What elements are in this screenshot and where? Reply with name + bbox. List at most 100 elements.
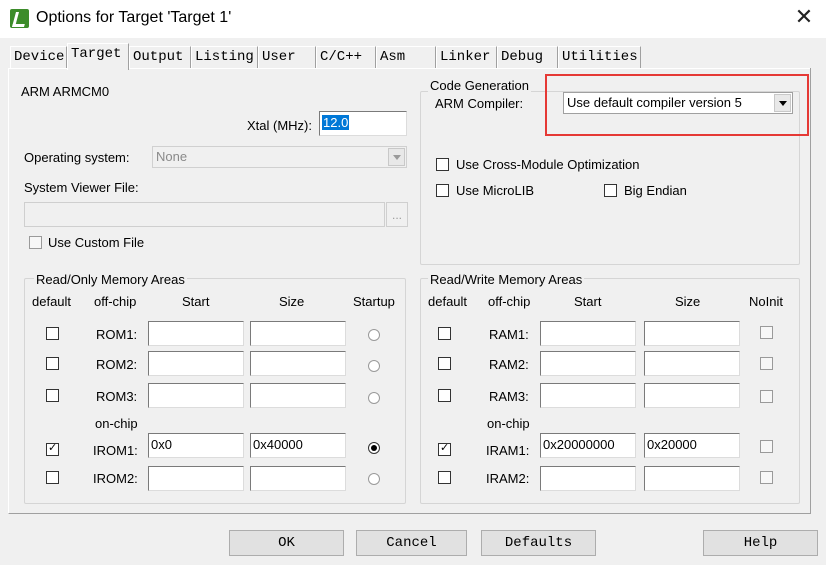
rom2-label: ROM2: [96, 357, 138, 372]
ram3-label: RAM3: [489, 389, 529, 404]
ram1-default-checkbox[interactable] [438, 327, 451, 340]
irom2-startup-radio[interactable] [368, 473, 380, 485]
irom2-start-input[interactable] [148, 466, 244, 491]
keil-app-icon [10, 9, 29, 28]
code-generation-title: Code Generation [428, 78, 532, 93]
rom-header-startup: Startup [353, 294, 395, 309]
tab-asm[interactable]: Asm [376, 46, 436, 68]
ram3-size-input[interactable] [644, 383, 740, 408]
big-endian-label: Big Endian [624, 183, 687, 198]
ram1-noinit-checkbox[interactable] [760, 326, 773, 339]
rom3-label: ROM3: [96, 389, 138, 404]
sysviewer-field[interactable] [24, 202, 385, 227]
ram-header-size: Size [675, 294, 701, 309]
cross-module-label: Use Cross-Module Optimization [456, 157, 640, 172]
title-bar: Options for Target 'Target 1' ✕ [0, 0, 826, 38]
rom-header-start: Start [182, 294, 210, 309]
xtal-label: Xtal (MHz): [247, 118, 312, 133]
ram-header-noinit: NoInit [749, 294, 783, 309]
microlib-label: Use MicroLIB [456, 183, 535, 198]
rom1-label: ROM1: [96, 327, 138, 342]
iram2-size-input[interactable] [644, 466, 740, 491]
iram2-default-checkbox[interactable] [438, 471, 451, 484]
tab-utilities[interactable]: Utilities [558, 46, 641, 68]
rom2-start-input[interactable] [148, 351, 244, 376]
rom1-startup-radio[interactable] [368, 329, 380, 341]
tab-target[interactable]: Target [67, 43, 129, 70]
os-select[interactable]: None [152, 146, 407, 168]
help-button[interactable]: Help [703, 530, 818, 556]
iram2-noinit-checkbox[interactable] [760, 471, 773, 484]
ram-header-start: Start [574, 294, 602, 309]
iram1-default-checkbox[interactable] [438, 441, 451, 456]
browse-button[interactable]: ... [386, 202, 408, 227]
ram3-default-checkbox[interactable] [438, 389, 451, 402]
iram1-label: IRAM1: [486, 443, 530, 458]
window-title: Options for Target 'Target 1' [36, 9, 232, 26]
irom2-default-checkbox[interactable] [46, 471, 59, 484]
ram1-start-input[interactable] [540, 321, 636, 346]
ram2-size-input[interactable] [644, 351, 740, 376]
annotation-highlight [545, 74, 809, 136]
use-custom-file-label: Use Custom File [48, 235, 145, 250]
os-label: Operating system: [24, 150, 130, 165]
tab-cpp[interactable]: C/C++ [316, 46, 376, 68]
irom1-default-checkbox[interactable] [46, 441, 59, 456]
ram-header-default: default [428, 294, 468, 309]
iram2-label: IRAM2: [486, 471, 530, 486]
tab-linker[interactable]: Linker [436, 46, 497, 68]
rom2-startup-radio[interactable] [368, 360, 380, 372]
sysviewer-label: System Viewer File: [24, 180, 139, 195]
iram2-start-input[interactable] [540, 466, 636, 491]
tab-listing[interactable]: Listing [191, 46, 258, 68]
ok-button[interactable]: OK [229, 530, 344, 556]
ram3-start-input[interactable] [540, 383, 636, 408]
rom2-default-checkbox[interactable] [46, 357, 59, 370]
ram1-label: RAM1: [489, 327, 529, 342]
tab-output[interactable]: Output [129, 46, 191, 68]
irom1-start-input[interactable]: 0x0 [148, 433, 244, 458]
irom1-label: IROM1: [93, 443, 138, 458]
iram1-noinit-checkbox[interactable] [760, 440, 773, 453]
ram2-noinit-checkbox[interactable] [760, 357, 773, 370]
rom3-startup-radio[interactable] [368, 392, 380, 404]
ram1-size-input[interactable] [644, 321, 740, 346]
ram2-start-input[interactable] [540, 351, 636, 376]
xtal-input[interactable]: 12.0 [319, 111, 407, 136]
close-icon[interactable]: ✕ [790, 5, 818, 31]
rom3-default-checkbox[interactable] [46, 389, 59, 402]
ram2-default-checkbox[interactable] [438, 357, 451, 370]
rom2-size-input[interactable] [250, 351, 346, 376]
iram1-size-input[interactable]: 0x20000 [644, 433, 740, 458]
microlib-checkbox[interactable] [436, 184, 449, 197]
rom-onchip-label: on-chip [95, 416, 138, 431]
rom3-size-input[interactable] [250, 383, 346, 408]
iram1-start-input[interactable]: 0x20000000 [540, 433, 636, 458]
ram3-noinit-checkbox[interactable] [760, 390, 773, 403]
ram-area-title: Read/Write Memory Areas [428, 272, 585, 287]
irom1-size-input[interactable]: 0x40000 [250, 433, 346, 458]
cancel-button[interactable]: Cancel [356, 530, 467, 556]
big-endian-checkbox[interactable] [604, 184, 617, 197]
ram-header-offchip: off-chip [488, 294, 531, 309]
defaults-button[interactable]: Defaults [481, 530, 596, 556]
irom2-size-input[interactable] [250, 466, 346, 491]
irom1-startup-radio[interactable] [368, 442, 380, 454]
rom3-start-input[interactable] [148, 383, 244, 408]
chevron-down-icon [388, 148, 405, 166]
rom-header-size: Size [279, 294, 305, 309]
cross-module-checkbox[interactable] [436, 158, 449, 171]
irom2-label: IROM2: [93, 471, 138, 486]
rom1-start-input[interactable] [148, 321, 244, 346]
rom-header-offchip: off-chip [94, 294, 137, 309]
dialog-client: Device Target Output Listing User C/C++ … [0, 38, 826, 565]
rom1-default-checkbox[interactable] [46, 327, 59, 340]
tab-user[interactable]: User [258, 46, 316, 68]
rom1-size-input[interactable] [250, 321, 346, 346]
tab-debug[interactable]: Debug [497, 46, 558, 68]
tab-device[interactable]: Device [10, 46, 67, 68]
use-custom-file-checkbox[interactable] [29, 236, 42, 249]
device-name: ARM ARMCM0 [21, 84, 110, 99]
ram-onchip-label: on-chip [487, 416, 530, 431]
ram2-label: RAM2: [489, 357, 529, 372]
